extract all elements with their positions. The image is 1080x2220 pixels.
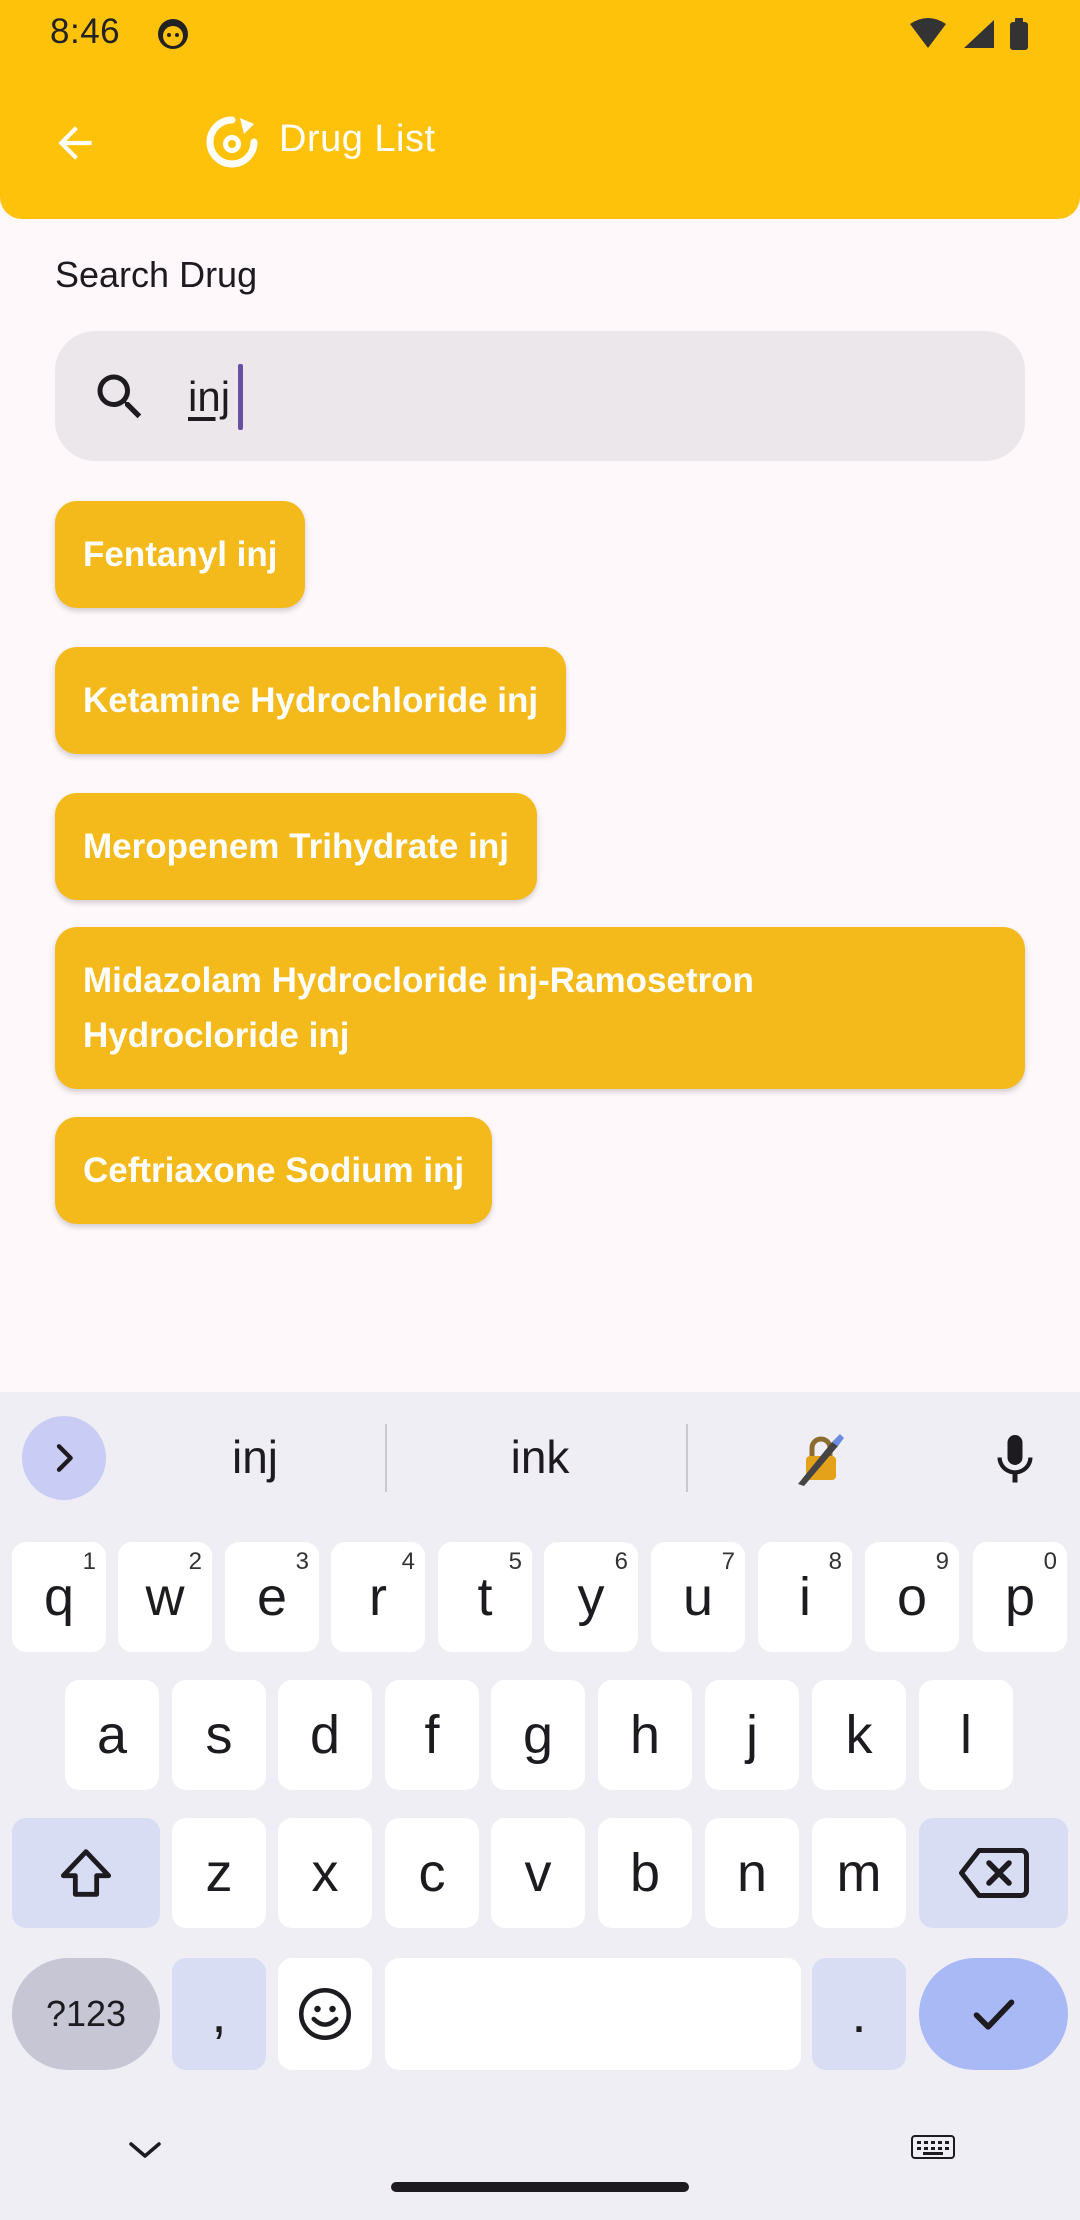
chevron-right-icon [56, 1444, 73, 1472]
drug-item[interactable]: Fentanyl inj [55, 501, 306, 608]
signal-icon [964, 20, 994, 48]
drug-item[interactable]: Ketamine Hydrochloride inj [55, 647, 567, 754]
password-manager-icon[interactable] [792, 1428, 852, 1488]
search-icon [97, 374, 142, 419]
hide-keyboard-icon[interactable] [127, 2140, 163, 2160]
backspace-icon [958, 1848, 1029, 1898]
key-f[interactable]: f [385, 1680, 479, 1790]
app-bar: 8:46 Drug List [0, 0, 1080, 219]
key-l[interactable]: l [919, 1680, 1013, 1790]
key-n[interactable]: n [705, 1818, 799, 1928]
key-p[interactable]: p0 [973, 1542, 1067, 1652]
search-label: Search Drug [55, 254, 258, 295]
app-notification-icon [158, 19, 188, 49]
key-g[interactable]: g [491, 1680, 585, 1790]
back-button[interactable] [40, 108, 110, 178]
space-key[interactable] [385, 1958, 801, 2070]
drug-item[interactable]: Meropenem Trihydrate inj [55, 793, 537, 900]
suggestion-1[interactable]: inj [150, 1422, 360, 1492]
search-input-value[interactable]: inj [188, 373, 230, 421]
key-d[interactable]: d [278, 1680, 372, 1790]
check-icon [973, 1999, 1014, 2030]
emoji-key[interactable] [278, 1958, 372, 2070]
key-e[interactable]: e3 [225, 1542, 319, 1652]
suggestion-divider [385, 1424, 387, 1492]
app-logo-icon [206, 116, 258, 168]
text-cursor [238, 364, 243, 430]
key-z[interactable]: z [172, 1818, 266, 1928]
key-m[interactable]: m [812, 1818, 906, 1928]
keyboard-switch-icon[interactable] [910, 2134, 956, 2164]
suggestion-2[interactable]: ink [410, 1422, 670, 1492]
period-key[interactable]: . [812, 1958, 906, 2070]
battery-icon [1010, 18, 1028, 50]
search-input[interactable]: inj [55, 331, 1025, 461]
suggestion-divider [686, 1424, 688, 1492]
mic-icon[interactable] [985, 1430, 1045, 1490]
symbols-key[interactable]: ?123 [12, 1958, 160, 2070]
key-v[interactable]: v [491, 1818, 585, 1928]
key-o[interactable]: o9 [865, 1542, 959, 1652]
wifi-icon [910, 18, 946, 48]
page-title: Drug List [279, 118, 436, 160]
key-r[interactable]: r4 [331, 1542, 425, 1652]
status-bar: 8:46 [0, 0, 1080, 68]
comma-key[interactable]: , [172, 1958, 266, 2070]
key-u[interactable]: u7 [651, 1542, 745, 1652]
shift-icon [60, 1849, 112, 1897]
key-b[interactable]: b [598, 1818, 692, 1928]
key-w[interactable]: w2 [118, 1542, 212, 1652]
expand-toolbar-button[interactable] [22, 1416, 106, 1500]
emoji-icon [299, 1988, 351, 2040]
key-t[interactable]: t5 [438, 1542, 532, 1652]
key-c[interactable]: c [385, 1818, 479, 1928]
drug-item[interactable]: Ceftriaxone Sodium inj [55, 1117, 493, 1224]
key-j[interactable]: j [705, 1680, 799, 1790]
status-time: 8:46 [50, 12, 121, 51]
key-h[interactable]: h [598, 1680, 692, 1790]
key-y[interactable]: y6 [544, 1542, 638, 1652]
enter-key[interactable] [919, 1958, 1068, 2070]
key-x[interactable]: x [278, 1818, 372, 1928]
key-q[interactable]: q1 [12, 1542, 106, 1652]
key-i[interactable]: i8 [758, 1542, 852, 1652]
key-a[interactable]: a [65, 1680, 159, 1790]
key-s[interactable]: s [172, 1680, 266, 1790]
shift-key[interactable] [12, 1818, 160, 1928]
status-icons [910, 18, 1028, 50]
home-indicator[interactable] [391, 2182, 689, 2192]
backspace-key[interactable] [919, 1818, 1068, 1928]
drug-item[interactable]: Midazolam Hydrocloride inj-Ramosetron Hy… [55, 927, 1025, 1089]
key-k[interactable]: k [812, 1680, 906, 1790]
arrow-back-icon [58, 126, 92, 160]
soft-keyboard: inj ink q1 w2 e3 r4 t5 y6 u7 i8 o9 p0 a … [0, 1392, 1080, 2220]
